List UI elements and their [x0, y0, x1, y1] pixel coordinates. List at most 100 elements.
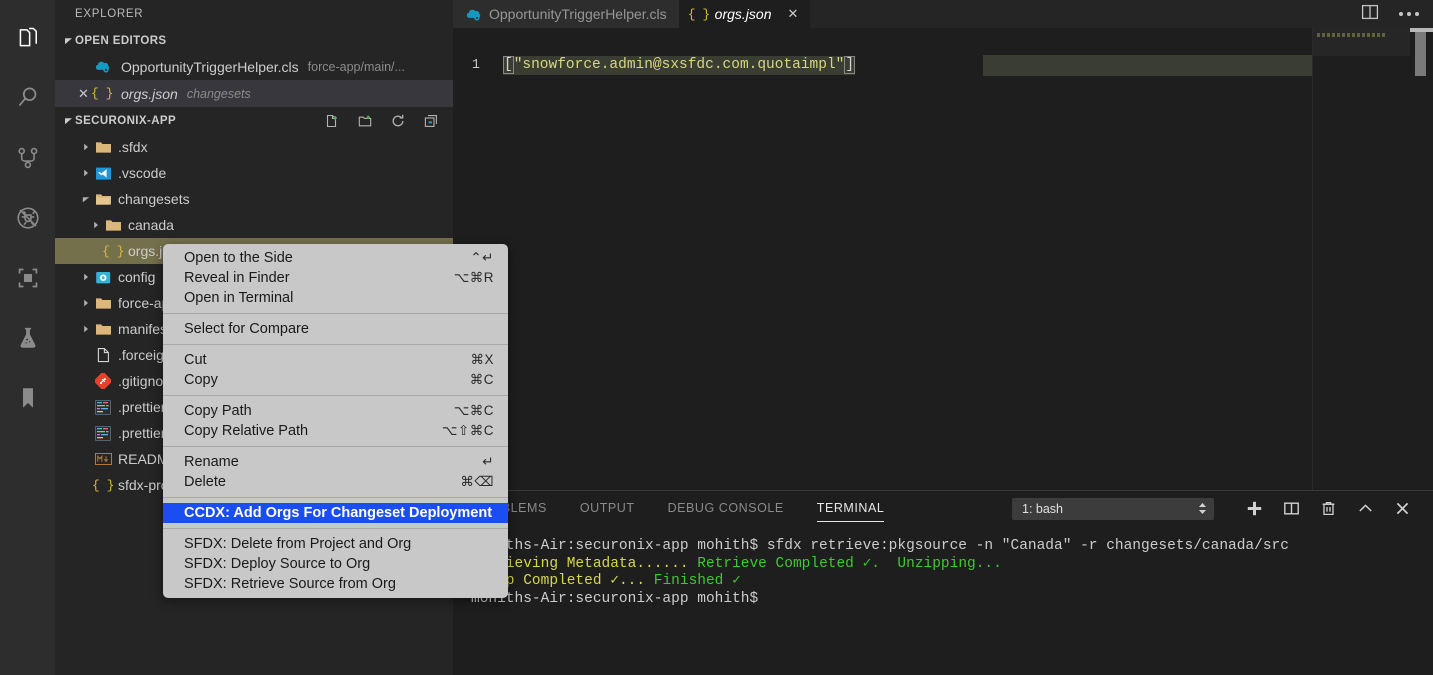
- new-folder-icon[interactable]: [357, 113, 373, 129]
- main-area: OpportunityTriggerHelper.cls { } orgs.js…: [453, 0, 1433, 675]
- kill-terminal-icon[interactable]: [1310, 496, 1347, 522]
- split-editor-icon[interactable]: [1361, 3, 1379, 26]
- menu-item-rename[interactable]: Rename ↵: [163, 452, 508, 472]
- chevron-right-icon[interactable]: [79, 270, 93, 284]
- source-control-icon[interactable]: [0, 128, 55, 188]
- menu-item-shortcut: ⌃↵: [470, 250, 494, 265]
- tree-row[interactable]: changesets: [55, 186, 453, 212]
- chevron-updown-icon: [1198, 502, 1207, 515]
- terminal-text: Unzipping...: [880, 555, 1002, 572]
- panel-actions: 1: bash: [1012, 496, 1433, 522]
- close-icon[interactable]: ✕: [75, 87, 92, 100]
- menu-separator: [163, 344, 508, 345]
- folder-icon: [93, 296, 113, 311]
- sidebar-title: EXPLORER: [55, 0, 453, 28]
- more-actions-icon[interactable]: [1399, 12, 1419, 16]
- menu-item-ccdx-add-orgs[interactable]: CCDX: Add Orgs For Changeset Deployment: [163, 503, 508, 523]
- menu-item-label: Copy: [184, 372, 218, 388]
- activity-bar: [0, 0, 55, 675]
- menu-item-label: Delete: [184, 474, 226, 490]
- bookmarks-icon[interactable]: [0, 368, 55, 428]
- tab-orgs-json[interactable]: { } orgs.json ✕: [678, 0, 811, 28]
- run-and-debug-icon[interactable]: [0, 188, 55, 248]
- minimap-code-preview: [1317, 33, 1385, 37]
- tab-label: OpportunityTriggerHelper.cls: [489, 6, 667, 22]
- menu-item-shortcut: ⌘⌫: [460, 474, 494, 489]
- menu-item-copy-path[interactable]: Copy Path ⌥⌘C: [163, 401, 508, 421]
- close-icon[interactable]: ✕: [787, 6, 798, 22]
- tab-output[interactable]: OUTPUT: [580, 491, 635, 526]
- maximize-panel-icon[interactable]: [1347, 496, 1384, 522]
- minimap[interactable]: [1312, 28, 1411, 490]
- menu-item-cut[interactable]: Cut ⌘X: [163, 350, 508, 370]
- extensions-icon[interactable]: [0, 248, 55, 308]
- editor-tab-bar: OpportunityTriggerHelper.cls { } orgs.js…: [453, 0, 1433, 28]
- code-line-1: 1 ["snowforce.admin@sxsfdc.com.quotaimpl…: [453, 55, 1433, 76]
- folder-icon: [103, 218, 123, 233]
- new-terminal-icon[interactable]: [1236, 496, 1273, 522]
- git-icon: [93, 373, 113, 389]
- explorer-icon[interactable]: [0, 8, 55, 68]
- menu-item-shortcut: ⌘C: [469, 372, 494, 387]
- terminal-text: mohiths-Air:securonix-app mohith$ sfdx r…: [471, 538, 1289, 554]
- open-editor-item-0[interactable]: OpportunityTriggerHelper.cls force-app/m…: [55, 53, 453, 80]
- menu-separator: [163, 497, 508, 498]
- chevron-right-icon[interactable]: [79, 140, 93, 154]
- collapse-all-icon[interactable]: [423, 113, 439, 129]
- menu-item-label: Open in Terminal: [184, 290, 294, 306]
- new-file-icon[interactable]: [324, 113, 340, 129]
- markdown-icon: [93, 453, 113, 465]
- project-header[interactable]: SECURONIX-APP: [55, 107, 453, 134]
- tree-label: .sfdx: [118, 139, 148, 155]
- testing-beaker-icon[interactable]: [0, 308, 55, 368]
- chevron-right-icon[interactable]: [79, 166, 93, 180]
- tab-opportunitytriggerhelper-cls[interactable]: OpportunityTriggerHelper.cls: [453, 0, 679, 28]
- menu-item-open-in-terminal[interactable]: Open in Terminal: [163, 288, 508, 308]
- refresh-icon[interactable]: [390, 113, 406, 129]
- code-content[interactable]: ["snowforce.admin@sxsfdc.com.quotaimpl"]: [503, 56, 856, 75]
- menu-item-delete[interactable]: Delete ⌘⌫: [163, 472, 508, 492]
- menu-item-shortcut: ⌘X: [470, 352, 494, 367]
- terminal-select-value: 1: bash: [1022, 501, 1064, 516]
- open-editor-name: OpportunityTriggerHelper.cls: [121, 58, 299, 75]
- scrollbar-thumb[interactable]: [1415, 32, 1426, 76]
- menu-item-reveal-in-finder[interactable]: Reveal in Finder ⌥⌘R: [163, 268, 508, 288]
- close-panel-icon[interactable]: [1384, 496, 1421, 522]
- tab-terminal[interactable]: TERMINAL: [816, 491, 885, 526]
- editor-actions: [1361, 0, 1433, 28]
- menu-item-shortcut: ⌥⇧⌘C: [441, 423, 494, 438]
- menu-item-sfdx-deploy-source-to-org[interactable]: SFDX: Deploy Source to Org: [163, 554, 508, 574]
- editor-orgs-json[interactable]: 1 ["snowforce.admin@sxsfdc.com.quotaimpl…: [453, 28, 1433, 490]
- menu-item-copy[interactable]: Copy ⌘C: [163, 370, 508, 390]
- json-braces-icon: { }: [687, 6, 710, 22]
- chevron-right-icon[interactable]: [89, 218, 103, 232]
- prettier-icon: [93, 425, 113, 441]
- chevron-right-icon[interactable]: [79, 296, 93, 310]
- chevron-right-icon[interactable]: [79, 322, 93, 336]
- tree-row[interactable]: .sfdx: [55, 134, 453, 160]
- menu-item-select-for-compare[interactable]: Select for Compare: [163, 319, 508, 339]
- split-terminal-icon[interactable]: [1273, 496, 1310, 522]
- open-editor-item-1[interactable]: ✕ { } orgs.json changesets: [55, 80, 453, 107]
- chevron-down-icon[interactable]: [79, 192, 93, 206]
- tree-row[interactable]: .vscode: [55, 160, 453, 186]
- terminal-output[interactable]: mohiths-Air:securonix-app mohith$ sfdx r…: [453, 526, 1433, 675]
- open-bracket: [: [503, 56, 514, 74]
- menu-item-copy-relative-path[interactable]: Copy Relative Path ⌥⇧⌘C: [163, 421, 508, 441]
- editor-scrollbar[interactable]: [1410, 28, 1433, 490]
- search-icon[interactable]: [0, 68, 55, 128]
- json-string: "snowforce.admin@sxsfdc.com.quotaimpl": [513, 57, 845, 73]
- line-number: 1: [471, 58, 480, 73]
- context-menu[interactable]: Open to the Side ⌃↵ Reveal in Finder ⌥⌘R…: [163, 244, 508, 598]
- tree-row[interactable]: canada: [55, 212, 453, 238]
- menu-item-open-to-the-side[interactable]: Open to the Side ⌃↵: [163, 248, 508, 268]
- open-editor-description: force-app/main/...: [307, 59, 405, 74]
- tab-debug-console[interactable]: DEBUG CONSOLE: [668, 491, 784, 526]
- menu-item-sfdx-retrieve-source-from-org[interactable]: SFDX: Retrieve Source from Org: [163, 574, 508, 594]
- terminal-select[interactable]: 1: bash: [1012, 497, 1214, 520]
- open-editors-header[interactable]: OPEN EDITORS: [55, 28, 453, 53]
- menu-item-label: SFDX: Retrieve Source from Org: [184, 576, 396, 592]
- folder-open-icon: [93, 192, 113, 207]
- menu-item-sfdx-delete-from-project-and-org[interactable]: SFDX: Delete from Project and Org: [163, 534, 508, 554]
